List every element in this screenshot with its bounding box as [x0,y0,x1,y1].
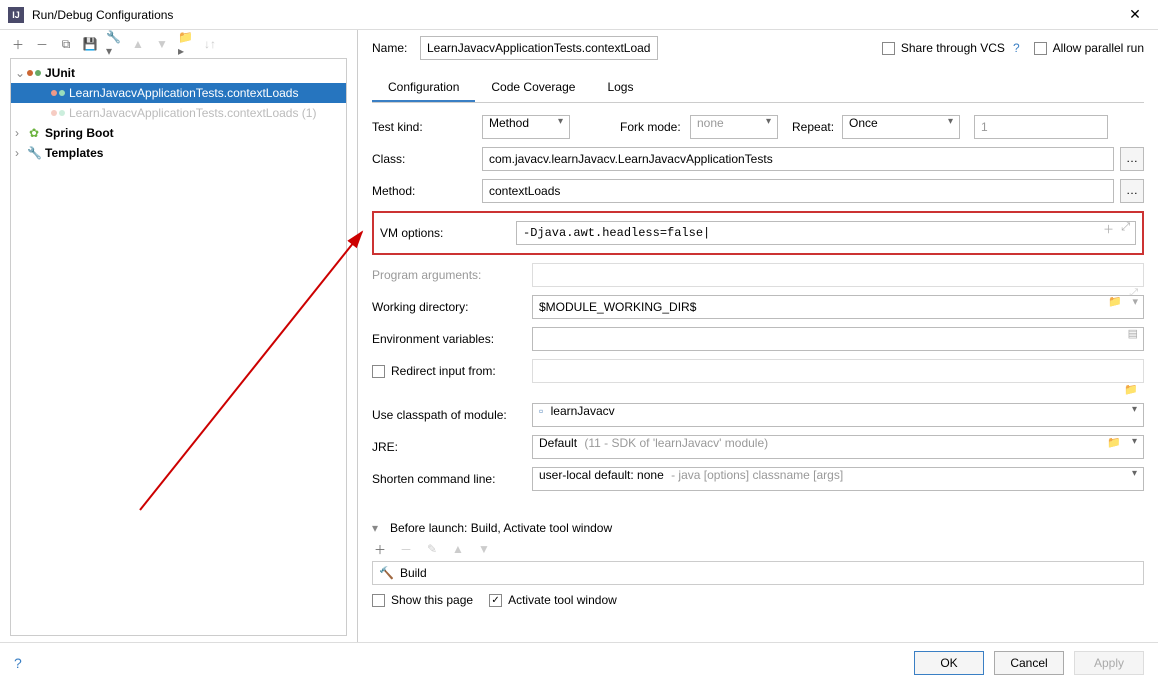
working-dir-input[interactable] [532,295,1144,319]
add-macro-icon[interactable]: ＋ [1103,221,1114,237]
tab-logs[interactable]: Logs [591,74,649,102]
cancel-button[interactable]: Cancel [994,651,1064,675]
apply-button[interactable]: Apply [1074,651,1144,675]
expand-icon[interactable]: ⤢ [1121,221,1130,234]
class-browse-button[interactable]: … [1120,147,1144,171]
module-icon: ▫ [539,404,543,418]
shorten-cmd-label: Shorten command line: [372,472,532,486]
name-label: Name: [372,41,420,55]
ok-button[interactable]: OK [914,651,984,675]
sort-icon[interactable]: ↓↑ [202,36,218,52]
show-page-checkbox[interactable] [372,594,385,607]
parallel-checkbox[interactable] [1034,42,1047,55]
test-kind-select[interactable]: Method [482,115,570,139]
help-icon[interactable]: ? [1013,41,1020,55]
show-page-label: Show this page [391,593,473,607]
folder-icon[interactable]: 📁 [1107,436,1121,449]
move-up-icon[interactable]: ▲ [130,36,146,52]
hammer-icon: 🔨 [379,566,394,580]
before-launch-toolbar: ＋ － ✎ ▲ ▼ [372,541,1144,557]
name-input[interactable] [420,36,658,60]
test-kind-label: Test kind: [372,120,482,134]
save-icon[interactable]: 💾 [82,36,98,52]
before-launch-section: ▾ Before launch: Build, Activate tool wi… [372,521,1144,607]
move-down-icon[interactable]: ▼ [476,541,492,557]
wrench-icon[interactable]: 🔧▾ [106,36,122,52]
share-vcs-checkbox[interactable] [882,42,895,55]
shorten-cmd-select[interactable]: user-local default: none - java [options… [532,467,1144,491]
tree-node-junit[interactable]: ⌄ JUnit [11,63,346,83]
edit-icon[interactable]: ✎ [424,541,440,557]
chevron-down-icon[interactable]: ▾ [1132,295,1138,308]
env-vars-input[interactable] [532,327,1144,351]
classpath-label: Use classpath of module: [372,408,532,422]
jre-select[interactable]: Default (11 - SDK of 'learnJavacv' modul… [532,435,1144,459]
method-browse-button[interactable]: … [1120,179,1144,203]
class-label: Class: [372,152,482,166]
folder-icon: 📁 [1124,383,1138,396]
app-icon: IJ [8,7,24,23]
tree-label: Spring Boot [45,126,114,140]
activate-tool-checkbox[interactable] [489,594,502,607]
tab-code-coverage[interactable]: Code Coverage [475,74,591,102]
tree-label: Templates [45,146,103,160]
vm-options-highlight: VM options: ＋ ⤢ [372,211,1144,255]
window-title: Run/Debug Configurations [32,8,1120,22]
tree-node-spring[interactable]: › ✿ Spring Boot [11,123,346,143]
before-launch-header[interactable]: ▾ Before launch: Build, Activate tool wi… [372,521,1144,535]
tab-configuration[interactable]: Configuration [372,74,475,102]
form-area: Test kind: Method Fork mode: none Repeat… [372,115,1144,642]
jre-label: JRE: [372,440,532,454]
tree-node-dimmed[interactable]: LearnJavacvApplicationTests.contextLoads… [11,103,346,123]
fork-mode-label: Fork mode: [620,120,690,134]
method-label: Method: [372,184,482,198]
folder-icon[interactable]: 📁▸ [178,36,194,52]
classpath-select[interactable]: ▫ learnJavacv [532,403,1144,427]
tab-bar: Configuration Code Coverage Logs [372,74,1144,103]
repeat-label: Repeat: [792,120,842,134]
parallel-label: Allow parallel run [1053,41,1144,55]
activate-tool-label: Activate tool window [508,593,617,607]
redirect-input-field [532,359,1144,383]
add-icon[interactable]: ＋ [10,36,26,52]
repeat-select[interactable]: Once [842,115,960,139]
remove-icon[interactable]: － [398,541,414,557]
dialog-footer: ? OK Cancel Apply [0,642,1158,682]
config-form-panel: Name: Share through VCS ? Allow parallel… [358,30,1158,642]
before-launch-task-build[interactable]: 🔨 Build [372,561,1144,585]
move-up-icon[interactable]: ▲ [450,541,466,557]
list-icon[interactable]: ▤ [1128,327,1138,340]
add-icon[interactable]: ＋ [372,541,388,557]
copy-icon[interactable]: ⧉ [58,36,74,52]
tree-node-selected[interactable]: LearnJavacvApplicationTests.contextLoads [11,83,346,103]
repeat-count-input[interactable] [974,115,1108,139]
remove-icon[interactable]: － [34,36,50,52]
before-launch-title: Before launch: Build, Activate tool wind… [390,521,612,535]
method-input[interactable] [482,179,1114,203]
program-args-label: Program arguments: [372,268,532,282]
redirect-input-label: Redirect input from: [391,364,496,378]
tree-label: LearnJavacvApplicationTests.contextLoads… [69,106,316,120]
close-icon[interactable]: ✕ [1120,6,1150,23]
move-down-icon[interactable]: ▼ [154,36,170,52]
fork-mode-select[interactable]: none [690,115,778,139]
env-vars-label: Environment variables: [372,332,532,346]
tree-node-templates[interactable]: › 🔧 Templates [11,143,346,163]
titlebar: IJ Run/Debug Configurations ✕ [0,0,1158,30]
vm-options-input[interactable] [516,221,1136,245]
config-tree[interactable]: ⌄ JUnit LearnJavacvApplicationTests.cont… [10,58,347,636]
class-input[interactable] [482,147,1114,171]
tree-label: JUnit [45,66,75,80]
program-args-input [532,263,1144,287]
build-label: Build [400,566,427,580]
folder-icon[interactable]: 📁 [1108,295,1122,308]
tree-label: LearnJavacvApplicationTests.contextLoads [69,86,298,100]
vm-options-label: VM options: [380,226,516,240]
config-tree-panel: ＋ － ⧉ 💾 🔧▾ ▲ ▼ 📁▸ ↓↑ ⌄ JUnit LearnJavacv… [0,30,358,642]
working-dir-label: Working directory: [372,300,532,314]
tree-toolbar: ＋ － ⧉ 💾 🔧▾ ▲ ▼ 📁▸ ↓↑ [0,36,357,58]
help-icon[interactable]: ? [14,655,22,671]
redirect-input-checkbox[interactable] [372,365,385,378]
share-vcs-label: Share through VCS [901,41,1005,55]
